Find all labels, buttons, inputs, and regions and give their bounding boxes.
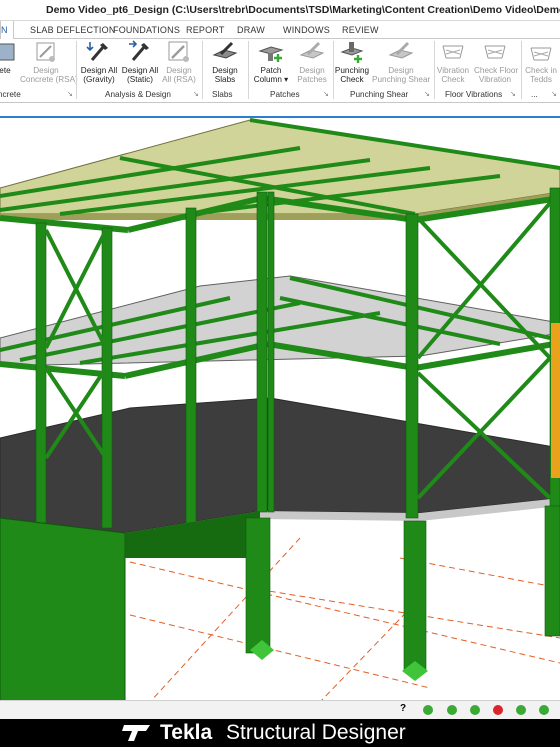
- help-icon[interactable]: ?: [400, 703, 406, 714]
- ribbon-gap: [0, 103, 560, 116]
- tab-draw[interactable]: DRAW: [237, 25, 265, 35]
- design-all-gravity-icon: [86, 42, 108, 61]
- design-punching-shear-icon: [388, 41, 414, 59]
- brand-product: Structural Designer: [226, 721, 406, 744]
- design-punching-shear-button[interactable]: Design Punching Shear: [372, 39, 430, 84]
- design-slabs-button[interactable]: Design Slabs: [206, 39, 244, 84]
- highlighted-member[interactable]: [551, 323, 560, 478]
- design-patches-button[interactable]: Design Patches: [293, 39, 331, 84]
- design-all-gravity-button[interactable]: Design All (Gravity): [80, 39, 118, 84]
- grid-lines: [129, 537, 560, 702]
- tab-review[interactable]: REVIEW: [342, 25, 379, 35]
- design-concrete-icon: [0, 43, 15, 61]
- check-floor-vibration-button[interactable]: Check Floor Vibration: [474, 39, 518, 84]
- status-bar: ?: [0, 700, 560, 719]
- design-all-rsa-button[interactable]: Design All (RSA): [162, 39, 196, 84]
- tab-windows[interactable]: WINDOWS: [283, 25, 330, 35]
- dialog-launcher-icon[interactable]: ↘: [67, 90, 73, 98]
- ribbon-separator: [76, 41, 77, 99]
- design-slabs-icon: [212, 41, 238, 59]
- status-ok-icon[interactable]: [539, 705, 549, 715]
- title-bar: Demo Video_pt6_Design (C:\Users\trebr\Do…: [0, 0, 560, 21]
- window-title: Demo Video_pt6_Design (C:\Users\trebr\Do…: [46, 4, 560, 16]
- status-ok-icon[interactable]: [470, 705, 480, 715]
- design-concrete-button[interactable]: ete: [0, 39, 18, 75]
- design-concrete-rsa-icon: [36, 42, 55, 62]
- tab-slab-deflection[interactable]: SLAB DEFLECTION: [30, 25, 116, 35]
- design-concrete-rsa-button[interactable]: Design Concrete (RSA): [20, 39, 78, 84]
- tab-foundations[interactable]: FOUNDATIONS: [113, 25, 180, 35]
- pier-bases: [250, 640, 428, 681]
- group-label-analysis-design: Analysis & Design: [105, 90, 171, 99]
- group-label-slabs: Slabs: [212, 90, 233, 99]
- structural-3d-view[interactable]: [0, 116, 560, 702]
- structure-model[interactable]: [0, 118, 560, 702]
- dialog-launcher-icon[interactable]: ↘: [193, 90, 199, 98]
- brand-banner: Tekla Structural Designer: [0, 719, 560, 747]
- ribbon-tabs: N SLAB DEFLECTION FOUNDATIONS REPORT DRA…: [0, 21, 560, 42]
- status-error-icon[interactable]: [493, 705, 503, 715]
- punching-check-button[interactable]: Punching Check: [334, 39, 370, 84]
- foundation-wall[interactable]: [0, 517, 126, 702]
- check-floor-vibration-icon: [484, 45, 506, 59]
- vibration-check-icon: [442, 45, 464, 59]
- check-in-tedds-button[interactable]: Check in Tedds: [522, 39, 560, 84]
- foundation-piers[interactable]: [245, 505, 560, 672]
- patch-column-icon: [258, 46, 284, 62]
- check-in-tedds-icon: [530, 47, 552, 61]
- status-ok-icon[interactable]: [447, 705, 457, 715]
- ribbon-separator: [202, 41, 203, 99]
- group-label-concrete: ncrete: [0, 90, 21, 99]
- status-ok-icon[interactable]: [423, 705, 433, 715]
- group-label-floor-vibrations: Floor Vibrations: [445, 90, 503, 99]
- brand-name: Tekla: [160, 721, 213, 744]
- vibration-check-button[interactable]: Vibration Check: [434, 39, 472, 84]
- dialog-launcher-icon[interactable]: ↘: [510, 90, 516, 98]
- design-all-rsa-icon: [168, 41, 189, 62]
- design-all-static-icon: [129, 40, 149, 61]
- group-label-punching-shear: Punching Shear: [350, 90, 409, 99]
- group-label-more: ...: [531, 90, 538, 99]
- dialog-launcher-icon[interactable]: ↘: [424, 90, 430, 98]
- dialog-launcher-icon[interactable]: ↘: [323, 90, 329, 98]
- ribbon: ete Design Concrete (RSA) Design All (Gr…: [0, 39, 560, 103]
- status-ok-icon[interactable]: [516, 705, 526, 715]
- group-label-patches: Patches: [270, 90, 300, 99]
- tekla-logo-icon: [122, 725, 150, 741]
- tab-report[interactable]: REPORT: [186, 25, 225, 35]
- design-patches-icon: [299, 41, 325, 59]
- ribbon-separator: [248, 41, 249, 99]
- design-all-static-button[interactable]: Design All (Static): [121, 39, 159, 84]
- patch-column-button[interactable]: Patch Column ▾: [252, 39, 290, 84]
- dialog-launcher-icon[interactable]: ↘: [551, 90, 557, 98]
- punching-check-icon: [340, 42, 364, 63]
